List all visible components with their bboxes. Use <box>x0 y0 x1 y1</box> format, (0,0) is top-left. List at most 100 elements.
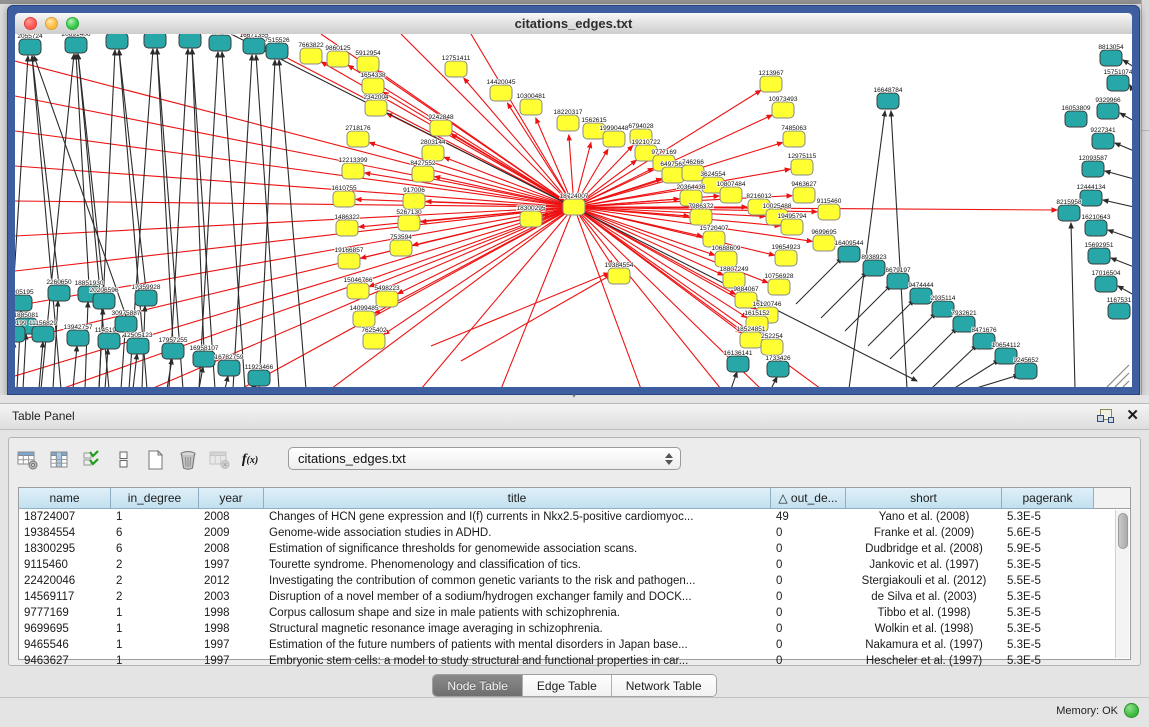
table-cell[interactable]: 5.3E-5 <box>1002 621 1094 637</box>
table-row[interactable]: 1872400712008Changes of HCN gene express… <box>19 509 1130 525</box>
table-cell[interactable]: Structural magnetic resonance image aver… <box>264 621 771 637</box>
table-cell[interactable]: 0 <box>771 653 846 669</box>
table-cell[interactable]: 1 <box>111 637 199 653</box>
column-header-7[interactable]: pagerank <box>1002 488 1094 509</box>
graph-node[interactable]: 8813054 <box>1098 44 1124 66</box>
table-cell[interactable]: 2009 <box>199 525 264 541</box>
graph-node[interactable]: 12975115 <box>788 153 817 175</box>
graph-node[interactable]: 7515526 <box>264 37 290 59</box>
table-selector-dropdown[interactable]: citations_edges.txt <box>288 447 681 470</box>
column-header-2[interactable]: in_degree <box>111 488 199 509</box>
delete-attributes-icon[interactable] <box>175 447 201 473</box>
table-row[interactable]: 1456911722003Disruption of a novel membe… <box>19 589 1130 605</box>
table-cell[interactable]: 1997 <box>199 653 264 669</box>
graph-node[interactable]: 15046766 <box>344 277 373 299</box>
split-pane-handle[interactable]: ▾ <box>566 394 582 401</box>
graph-node[interactable]: 18220317 <box>554 109 583 131</box>
table-cell[interactable]: Tourette syndrome. Phenomenology and cla… <box>264 557 771 573</box>
select-all-icon[interactable] <box>79 447 105 473</box>
table-cell[interactable]: 5.5E-5 <box>1002 573 1094 589</box>
graph-node[interactable]: 16136141 <box>724 350 753 372</box>
graph-node[interactable]: 20206596 <box>90 287 119 309</box>
table-cell[interactable]: 2 <box>111 589 199 605</box>
table-row[interactable]: 2242004622012Investigating the contribut… <box>19 573 1130 589</box>
graph-node[interactable]: 2342004 <box>363 94 389 116</box>
graph-node[interactable]: 9115460 <box>817 198 842 220</box>
graph-node[interactable]: 5267130 <box>396 209 422 231</box>
table-cell[interactable]: 9463627 <box>19 653 111 669</box>
graph-node[interactable]: 17957255 <box>159 337 188 359</box>
graph-node[interactable]: 6466160 <box>177 34 203 48</box>
graph-node[interactable]: 753594 <box>390 234 412 256</box>
graph-node[interactable]: 12751411 <box>442 55 471 77</box>
table-cell[interactable]: 0 <box>771 573 846 589</box>
graph-node[interactable]: 10973493 <box>769 96 798 118</box>
table-cell[interactable]: 1 <box>111 621 199 637</box>
close-panel-icon[interactable]: ✕ <box>1126 406 1139 424</box>
table-cell[interactable]: 0 <box>771 541 846 557</box>
graph-node[interactable]: 5498223 <box>374 285 400 307</box>
graph-node[interactable]: 18300295 <box>517 205 546 227</box>
table-cell[interactable]: 5.3E-5 <box>1002 557 1094 573</box>
delete-table-icon[interactable] <box>207 447 233 473</box>
tab-node-table[interactable]: Node Table <box>433 675 523 696</box>
table-cell[interactable]: Estimation of the future numbers of pati… <box>264 637 771 653</box>
table-cell[interactable]: 5.3E-5 <box>1002 653 1094 669</box>
graph-node[interactable]: 20691406 <box>62 34 91 53</box>
graph-node-hub[interactable]: 18724007 <box>560 193 589 215</box>
table-cell[interactable]: 2008 <box>199 509 264 525</box>
graph-node[interactable]: 17016504 <box>1092 270 1121 292</box>
graph-node[interactable]: 10653287 <box>103 34 132 49</box>
table-cell[interactable]: 1998 <box>199 605 264 621</box>
graph-node[interactable]: 14099485 <box>350 305 379 327</box>
table-cell[interactable]: Jankovic et al. (1997) <box>846 557 1002 573</box>
graph-node[interactable]: 9463627 <box>791 181 817 203</box>
show-columns-icon[interactable] <box>47 447 73 473</box>
graph-node[interactable]: 15692951 <box>1085 242 1114 264</box>
table-cell[interactable]: 9777169 <box>19 605 111 621</box>
graph-node[interactable]: 8215958 <box>1056 199 1082 221</box>
graph-node[interactable]: 12093587 <box>1079 155 1108 177</box>
network-window-titlebar[interactable]: citations_edges.txt <box>15 13 1132 35</box>
column-header-3[interactable]: year <box>199 488 264 509</box>
function-builder-icon[interactable]: f(x) <box>239 447 265 473</box>
table-cell[interactable]: Investigating the contribution of common… <box>264 573 771 589</box>
table-cell[interactable]: Wolkin et al. (1998) <box>846 621 1002 637</box>
network-graph[interactable]: 2055724206914061065328715276026466160107… <box>15 34 1132 387</box>
table-cell[interactable]: 6 <box>111 541 199 557</box>
memory-status-indicator[interactable] <box>1124 703 1139 718</box>
table-cell[interactable]: 2 <box>111 573 199 589</box>
graph-node[interactable]: 12505123 <box>124 332 153 354</box>
graph-node[interactable]: 8938923 <box>861 254 887 276</box>
table-row[interactable]: 977716911998Corpus callosum shape and si… <box>19 605 1130 621</box>
graph-node[interactable]: 1610755 <box>331 185 357 207</box>
graph-node[interactable]: 10719195 <box>206 34 235 51</box>
tab-network-table[interactable]: Network Table <box>612 675 716 696</box>
graph-node[interactable]: 2718176 <box>345 125 371 147</box>
graph-node[interactable]: 13942757 <box>64 324 93 346</box>
column-header-5[interactable]: △ out_de... <box>771 488 846 509</box>
table-cell[interactable]: Estimation of significance thresholds fo… <box>264 541 771 557</box>
graph-node[interactable]: 2055724 <box>17 34 43 55</box>
graph-node[interactable]: 10807484 <box>717 181 746 203</box>
table-cell[interactable]: 0 <box>771 557 846 573</box>
table-settings-icon[interactable] <box>15 447 41 473</box>
graph-node[interactable]: 5905195 <box>15 289 34 311</box>
graph-node[interactable]: 2260650 <box>46 279 72 301</box>
table-cell[interactable]: Hescheler et al. (1997) <box>846 653 1002 669</box>
graph-node[interactable]: 7485063 <box>781 125 807 147</box>
table-cell[interactable]: 18300295 <box>19 541 111 557</box>
table-cell[interactable]: 1997 <box>199 557 264 573</box>
scrollbar-thumb[interactable] <box>1118 513 1128 549</box>
table-cell[interactable]: Yano et al. (2008) <box>846 509 1002 525</box>
table-cell[interactable]: 0 <box>771 621 846 637</box>
table-cell[interactable]: 6 <box>111 525 199 541</box>
table-cell[interactable]: 18724007 <box>19 509 111 525</box>
table-cell[interactable]: 5.6E-5 <box>1002 525 1094 541</box>
table-cell[interactable]: 9115460 <box>19 557 111 573</box>
graph-node[interactable]: 8427552 <box>410 160 436 182</box>
table-row[interactable]: 946554611997Estimation of the future num… <box>19 637 1130 653</box>
column-header-4[interactable]: title <box>264 488 771 509</box>
graph-node[interactable]: 10688609 <box>712 245 741 267</box>
graph-node[interactable]: 6679197 <box>885 267 911 289</box>
